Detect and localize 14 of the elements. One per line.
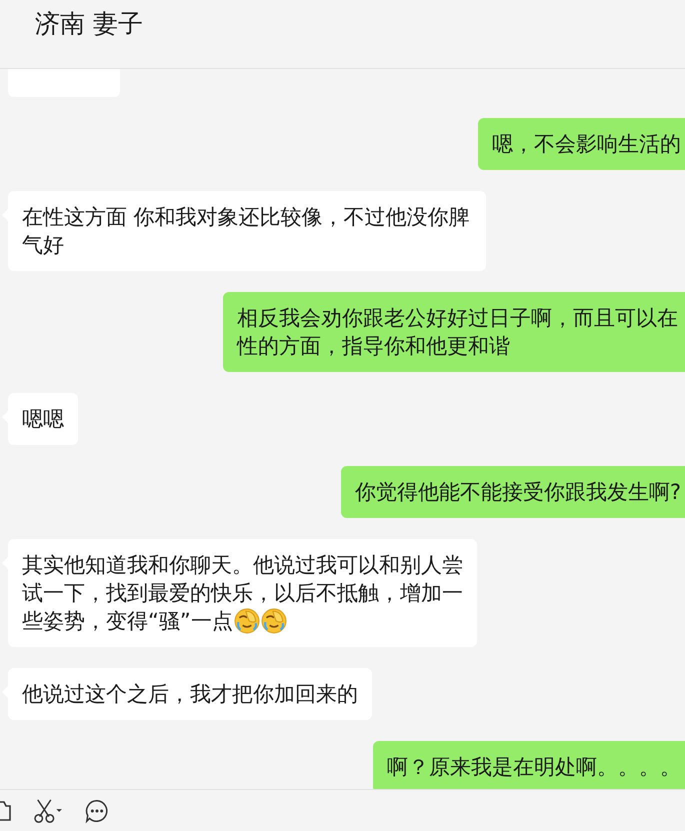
- message-text: 嗯嗯: [22, 407, 64, 431]
- message-text: 其实他知道我和你聊天。他说过我可以和别人尝试一下，找到最爱的快乐，以后不抵触，增加一: [22, 552, 463, 607]
- facepalm-emoji-icon: [260, 608, 287, 634]
- message-text: 你觉得他能不能接受你跟我发生啊?: [354, 480, 681, 504]
- chat-icon[interactable]: [84, 798, 110, 824]
- message-text: 嗯，不会影响生活的: [492, 132, 681, 156]
- message-text: 啊？原来我是在明处啊。。。。: [387, 755, 681, 779]
- message-text: 在性这方面 你和我对象还比较像，不过他没你脾气好: [22, 205, 470, 257]
- message-text: 他说过这个之后，我才把你加回来的: [22, 682, 358, 706]
- message-text: 些姿势，变得“骚”一点: [22, 609, 233, 633]
- chat-title: 济南 妻子: [35, 8, 143, 40]
- facepalm-emoji-icon: [234, 608, 260, 634]
- scissors-icon[interactable]: [32, 798, 64, 824]
- message-text: 相反我会劝你跟老公好好过日子啊，而且可以在性的方面，指导你和他更和谐: [237, 306, 678, 358]
